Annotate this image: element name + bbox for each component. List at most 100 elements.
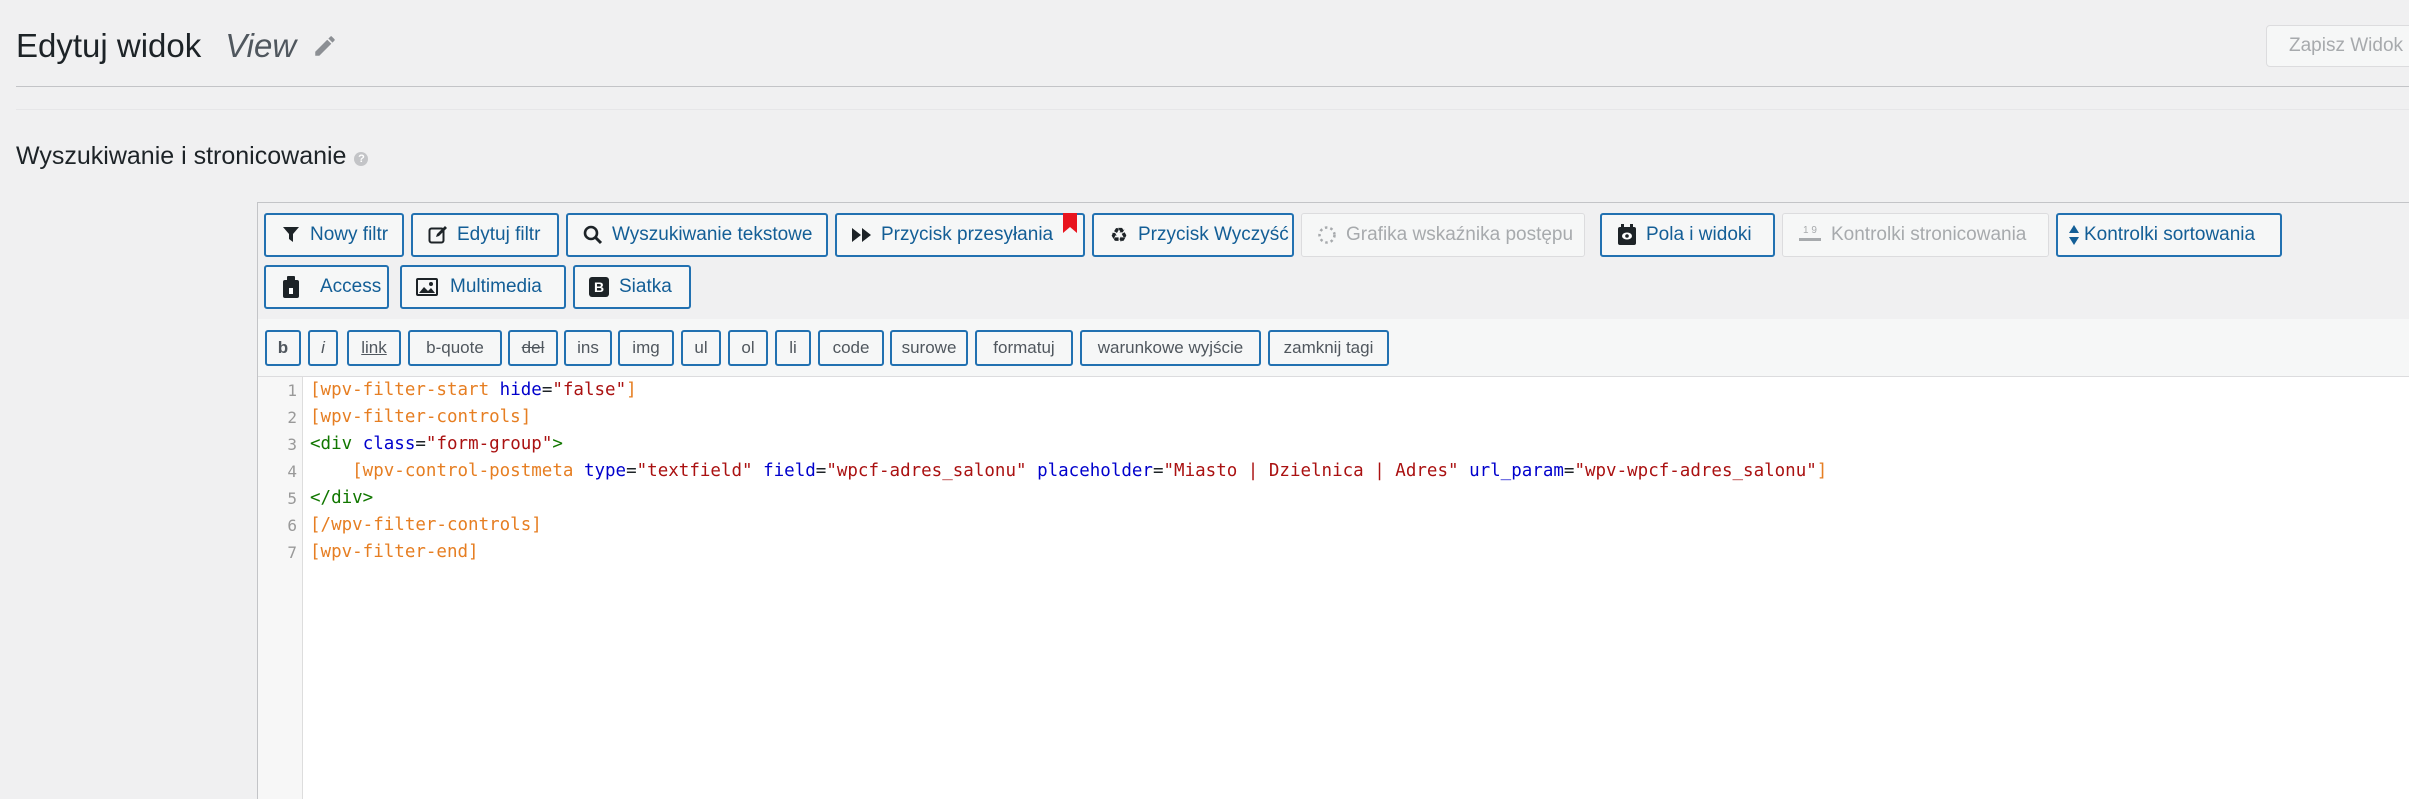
button-label: Przycisk Wyczyść xyxy=(1138,224,1289,245)
fields-and-views-button[interactable]: Pola i widoki xyxy=(1600,213,1775,257)
quicktag-li-button[interactable]: li xyxy=(775,330,811,366)
header-divider xyxy=(16,86,2409,87)
button-label: Siatka xyxy=(619,276,672,297)
recycle-icon: ♻ xyxy=(1110,224,1128,247)
toolset-icon xyxy=(1616,224,1638,246)
line-number: 5 xyxy=(287,489,297,508)
multimedia-button[interactable]: Multimedia xyxy=(400,265,566,309)
section-title: Wyszukiwanie i stronicowanie ? xyxy=(16,142,369,171)
edit-icon xyxy=(427,224,449,246)
line-number: 2 xyxy=(287,408,297,427)
code-token: [wpv-filter-start xyxy=(310,380,500,400)
new-filter-button[interactable]: Nowy filtr xyxy=(264,213,404,257)
filter-editor: Nowy filtr Edytuj filtr Wyszukiwanie tek… xyxy=(257,202,2409,799)
code-token: </div> xyxy=(310,488,374,508)
filter-icon xyxy=(280,224,302,246)
code-line: [/wpv-filter-controls] xyxy=(310,512,542,539)
button-label: Pola i widoki xyxy=(1646,224,1752,245)
code-token: <div xyxy=(310,434,363,454)
save-view-button[interactable]: Zapisz Widok xyxy=(2266,25,2409,67)
quicktag-code-button[interactable]: code xyxy=(818,330,884,366)
line-number: 7 xyxy=(287,543,297,562)
code-token: > xyxy=(552,434,563,454)
sorting-controls-button[interactable]: Kontrolki sortowania xyxy=(2056,213,2282,257)
button-label: Edytuj filtr xyxy=(457,224,541,245)
pagination-icon: 1 9 xyxy=(1797,224,1823,246)
quicktag-del-button[interactable]: del xyxy=(508,330,558,366)
access-button[interactable]: Access xyxy=(264,265,389,309)
button-label: Kontrolki stronicowania xyxy=(1831,224,2027,245)
code-token: type xyxy=(583,461,627,481)
code-token: field xyxy=(763,461,816,481)
code-token: hide xyxy=(499,380,542,400)
view-name[interactable]: View xyxy=(225,27,296,65)
code-token: = xyxy=(541,380,553,400)
page-header: Edytuj widok View xyxy=(16,18,340,74)
code-token: ] xyxy=(626,380,637,400)
code-token: "wpv-wpcf-adres_salonu" xyxy=(1574,461,1817,481)
code-line: <div class="form-group"> xyxy=(310,431,563,458)
header-divider-light xyxy=(16,109,2409,110)
quicktag-ol-button[interactable]: ol xyxy=(728,330,768,366)
quicktags-toolbar: b i link b-quote del ins img ul ol li co… xyxy=(258,319,2409,377)
button-label: Access xyxy=(320,276,382,297)
quicktag-format-button[interactable]: formatuj xyxy=(975,330,1073,366)
editor-toolbar: Nowy filtr Edytuj filtr Wyszukiwanie tek… xyxy=(258,203,2409,320)
button-label: Grafika wskaźnika postępu xyxy=(1346,224,1574,245)
code-line: [wpv-filter-end] xyxy=(310,539,479,566)
line-number: 4 xyxy=(287,462,297,481)
quicktag-conditional-output-button[interactable]: warunkowe wyjście xyxy=(1080,330,1261,366)
quicktag-bquote-button[interactable]: b-quote xyxy=(408,330,502,366)
section-title-text: Wyszukiwanie i stronicowanie xyxy=(16,142,347,170)
line-number: 6 xyxy=(287,516,297,535)
quicktag-raw-button[interactable]: surowe xyxy=(890,330,968,366)
button-label: Wyszukiwanie tekstowe xyxy=(612,224,813,245)
button-label: Multimedia xyxy=(450,276,542,297)
code-line: </div> xyxy=(310,485,373,512)
bookmark-icon xyxy=(1063,213,1077,233)
quicktag-ul-button[interactable]: ul xyxy=(681,330,721,366)
quicktag-bold-button[interactable]: b xyxy=(265,330,301,366)
code-token: = xyxy=(626,461,637,481)
code-token: "false" xyxy=(552,380,627,400)
code-token: "textfield" xyxy=(636,461,753,481)
pagination-controls-button[interactable]: 1 9 Kontrolki stronicowania xyxy=(1782,213,2049,257)
line-number: 1 xyxy=(287,381,297,400)
code-token: class xyxy=(362,434,416,454)
quicktag-italic-button[interactable]: i xyxy=(308,330,338,366)
code-token: placeholder xyxy=(1037,461,1153,481)
code-token: [wpv-filter-end] xyxy=(310,542,479,562)
button-label: Kontrolki sortowania xyxy=(2084,224,2256,245)
submit-button-button[interactable]: Przycisk przesyłania xyxy=(835,213,1085,257)
text-search-button[interactable]: Wyszukiwanie tekstowe xyxy=(566,213,828,257)
code-editor[interactable]: [wpv-filter-start hide="false"] [wpv-fil… xyxy=(310,377,2409,799)
quicktag-ins-button[interactable]: ins xyxy=(564,330,612,366)
help-icon[interactable]: ? xyxy=(354,151,369,166)
code-token: = xyxy=(415,434,426,454)
image-icon xyxy=(416,276,438,298)
progress-graphic-button[interactable]: Grafika wskaźnika postępu xyxy=(1301,213,1585,257)
page-title: Edytuj widok xyxy=(16,27,202,64)
code-token: [/wpv-filter-controls] xyxy=(310,515,542,535)
fast-forward-icon xyxy=(851,224,873,246)
code-token: "Miasto | Dzielnica | Adres" xyxy=(1163,461,1459,481)
code-token: = xyxy=(1563,461,1575,481)
code-token: [wpv-filter-controls] xyxy=(310,407,532,427)
code-token: [wpv-control-postmeta xyxy=(310,461,584,481)
quicktag-img-button[interactable]: img xyxy=(618,330,674,366)
quicktag-link-button[interactable]: link xyxy=(347,330,401,366)
bootstrap-icon: B xyxy=(589,277,609,297)
edit-filter-button[interactable]: Edytuj filtr xyxy=(411,213,559,257)
code-token: = xyxy=(815,461,827,481)
grid-button[interactable]: B Siatka xyxy=(573,265,691,309)
code-token: ] xyxy=(1816,461,1828,481)
code-line: [wpv-control-postmeta type="textfield" f… xyxy=(310,458,1827,485)
search-icon xyxy=(582,224,604,246)
line-number-gutter: 1 2 3 4 5 6 7 xyxy=(258,377,303,799)
pagination-icon-numbers: 1 9 xyxy=(1803,225,1817,236)
quicktag-close-tags-button[interactable]: zamknij tagi xyxy=(1268,330,1389,366)
pencil-icon[interactable] xyxy=(312,32,340,60)
clear-button-button[interactable]: ♻ Przycisk Wyczyść xyxy=(1092,213,1294,257)
